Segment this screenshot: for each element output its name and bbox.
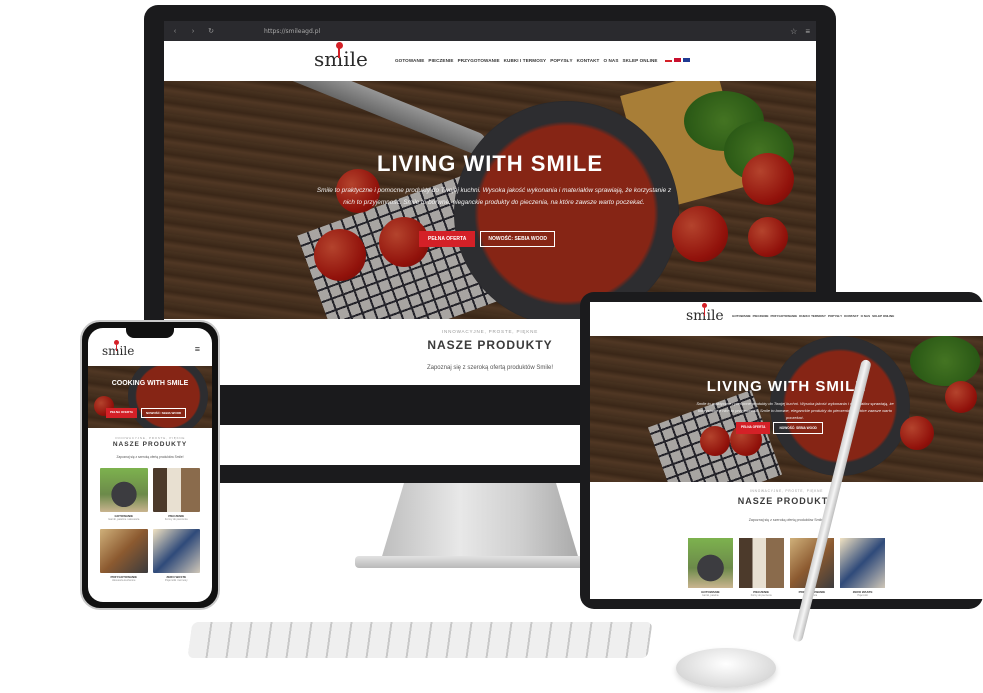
device-mockup-stage: ‹ › ↻ https://smileagd.pl ☆ ≡ smile GOTO… <box>0 0 983 693</box>
hero-title: LIVING WITH SMILE <box>706 378 867 395</box>
products-section: INNOWACYJNE, PROSTE, PIĘKNE NASZE PRODUK… <box>88 428 212 468</box>
products-subtitle: Zapoznaj się z szeroką ofertą produktów … <box>748 518 825 522</box>
full-offer-button[interactable]: PEŁNA OFERTA <box>736 422 771 434</box>
new-product-button[interactable]: NOWOŚĆ: SEBIA WOOD <box>480 231 556 247</box>
products-title: NASZE PRODUKTY <box>112 441 188 448</box>
reload-icon[interactable]: ↻ <box>206 27 216 35</box>
site-header: smile GOTOWANIE PIECZENIE PRZYGOTOWANIE … <box>590 302 983 336</box>
menu-item-pieczenie[interactable]: PIECZENIE <box>428 58 453 63</box>
hero-buttons: PEŁNA OFERTA NOWOŚĆ: SEBIA WOOD <box>419 231 556 247</box>
new-product-button[interactable]: NOWOŚĆ: SEBIA WOOD <box>773 422 823 434</box>
menu-item-kubki[interactable]: KUBKI I TERMOSY <box>799 314 826 318</box>
menu-item-popysly[interactable]: POPYSŁY <box>550 58 572 63</box>
main-menu: GOTOWANIE PIECZENIE PRZYGOTOWANIE KUBKI … <box>395 58 690 63</box>
products-section: INNOWACYJNE, PROSTE, PIĘKNE NASZE PRODUK… <box>590 482 983 538</box>
logo-spoon-stem <box>115 345 117 351</box>
new-product-button[interactable]: NOWOŚĆ: SEBIA WOOD <box>141 408 187 418</box>
product-subtitle: Garnki, patelnie <box>702 594 719 597</box>
product-subtitle: Pojemniki i termosy <box>165 579 188 582</box>
language-flags <box>664 58 690 63</box>
products-subtitle: Zapoznaj się z szeroką ofertą produktów … <box>116 455 184 459</box>
phone-device: smile ≡ COOKING WITH SMILE PEŁNA OFERTA … <box>80 320 220 610</box>
back-icon[interactable]: ‹ <box>170 28 180 35</box>
product-image <box>152 529 200 573</box>
menu-item-sklep[interactable]: SKLEP ONLINE <box>872 314 894 318</box>
hamburger-icon[interactable]: ≡ <box>195 344 200 354</box>
product-subtitle: Pojemniki <box>857 594 868 597</box>
product-image <box>840 538 885 588</box>
product-card[interactable]: PIECZENIE Formy do pieczenia <box>738 538 784 597</box>
tablet-device: smile GOTOWANIE PIECZENIE PRZYGOTOWANIE … <box>580 292 983 609</box>
site-header: smile GOTOWANIE PIECZENIE PRZYGOTOWANIE … <box>164 41 816 81</box>
pl-flag-icon[interactable] <box>664 58 672 62</box>
hero-section: LIVING WITH SMILE Smile to praktyczne i … <box>164 81 816 319</box>
menu-icon[interactable]: ≡ <box>805 27 810 36</box>
menu-item-o-nas[interactable]: O NAS <box>603 58 618 63</box>
menu-item-kontakt[interactable]: KONTAKT <box>844 314 858 318</box>
keyboard <box>187 622 653 658</box>
smile-logo[interactable]: smile <box>102 340 134 358</box>
hero-title: COOKING WITH SMILE <box>111 380 189 387</box>
product-image <box>738 538 784 588</box>
products-kicker: INNOWACYJNE, PROSTE, PIĘKNE <box>114 436 186 440</box>
product-subtitle: Formy do pieczenia <box>164 518 188 521</box>
full-offer-button[interactable]: PEŁNA OFERTA <box>419 231 476 247</box>
menu-item-o-nas[interactable]: O NAS <box>861 314 871 318</box>
product-grid: GOTOWANIE Garnki, patelnie PIECZENIE For… <box>590 538 983 597</box>
hero-description: Smile to praktyczne i pomocne produkty d… <box>696 401 894 420</box>
product-card[interactable]: ZERO WASTE Pojemniki <box>840 538 885 597</box>
product-card[interactable]: PIECZENIE Formy do pieczenia <box>152 468 200 524</box>
menu-item-gotowanie[interactable]: GOTOWANIE <box>732 314 751 318</box>
tablet-screen: smile GOTOWANIE PIECZENIE PRZYGOTOWANIE … <box>590 302 983 599</box>
hero-buttons: PEŁNA OFERTA NOWOŚĆ: SEBIA WOOD <box>736 422 823 434</box>
hero-buttons: PEŁNA OFERTA NOWOŚĆ: SEBIA WOOD <box>106 408 187 418</box>
product-image <box>100 468 148 512</box>
hero-overlay <box>88 366 212 428</box>
star-icon[interactable]: ☆ <box>790 27 797 36</box>
menu-item-popysly[interactable]: POPYSŁY <box>828 314 842 318</box>
product-card[interactable]: PRZYGOTOWANIE Akcesoria kuchenne <box>100 529 148 585</box>
product-image <box>688 538 733 588</box>
monitor-stand-base <box>355 556 605 568</box>
forward-icon[interactable]: › <box>188 28 198 35</box>
product-card[interactable]: ZERO WASTE Pojemniki i termosy <box>152 529 200 585</box>
phone-notch <box>126 328 174 338</box>
product-subtitle: Formy do pieczenia <box>750 594 772 597</box>
menu-item-pieczenie[interactable]: PIECZENIE <box>753 314 769 318</box>
hero-section: LIVING WITH SMILE Smile to praktyczne i … <box>590 336 983 482</box>
product-image <box>100 529 148 573</box>
product-card[interactable]: GOTOWANIE Garnki, patelnie <box>688 538 733 597</box>
hero-section: COOKING WITH SMILE PEŁNA OFERTA NOWOŚĆ: … <box>88 366 212 428</box>
address-bar[interactable]: https://smileagd.pl <box>224 28 782 35</box>
product-image <box>152 468 200 512</box>
menu-item-przygotowanie[interactable]: PRZYGOTOWANIE <box>770 314 797 318</box>
smile-logo[interactable]: smile <box>314 42 368 71</box>
products-kicker: INNOWACYJNE, PROSTE, PIĘKNE <box>749 489 824 493</box>
logo-spoon-stem <box>338 48 340 58</box>
monitor-stand <box>380 483 580 563</box>
full-offer-button[interactable]: PEŁNA OFERTA <box>106 408 137 418</box>
product-card[interactable]: GOTOWANIE Garnki, patelnie i akcesoria <box>100 468 148 524</box>
logo-spoon-stem <box>703 308 705 316</box>
menu-item-kontakt[interactable]: KONTAKT <box>577 58 600 63</box>
menu-item-przygotowanie[interactable]: PRZYGOTOWANIE <box>458 58 500 63</box>
main-menu: GOTOWANIE PIECZENIE PRZYGOTOWANIE KUBKI … <box>732 314 894 318</box>
hero-title: LIVING WITH SMILE <box>377 151 603 176</box>
menu-item-sklep[interactable]: SKLEP ONLINE <box>623 58 658 63</box>
menu-item-kubki[interactable]: KUBKI I TERMOSY <box>504 58 547 63</box>
mouse <box>676 648 776 688</box>
menu-item-gotowanie[interactable]: GOTOWANIE <box>395 58 424 63</box>
smile-logo[interactable]: smile <box>686 303 724 324</box>
product-grid: GOTOWANIE Garnki, patelnie i akcesoria P… <box>88 468 212 585</box>
product-subtitle: Garnki, patelnie i akcesoria <box>108 518 140 521</box>
product-subtitle: Akcesoria kuchenne <box>112 579 136 582</box>
phone-screen: smile ≡ COOKING WITH SMILE PEŁNA OFERTA … <box>88 328 212 602</box>
browser-toolbar: ‹ › ↻ https://smileagd.pl ☆ ≡ <box>164 21 816 41</box>
eu-flag-icon[interactable] <box>682 58 690 62</box>
hero-description: Smile to praktyczne i pomocne produkty d… <box>316 187 672 206</box>
products-title: NASZE PRODUKTY <box>737 496 836 506</box>
uk-flag-icon[interactable] <box>673 58 681 62</box>
